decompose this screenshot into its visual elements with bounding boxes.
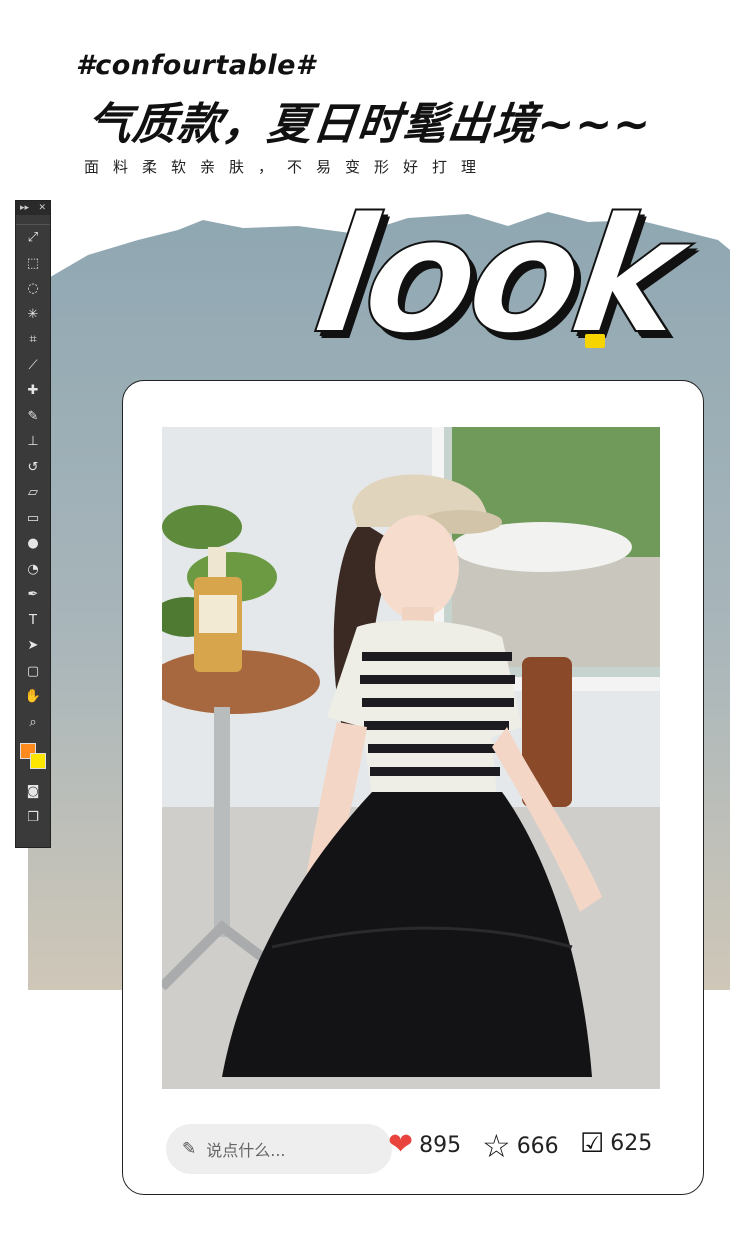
tools-panel: ▸▸ ✕ ⤢ ⬚ ◌ ✳ ⌗ ⟋ ✚ ✎ ⊥ ↺ ▱ ▭ ● ◔ ✒ T ➤ ▢ ✋ ⌕ ◙ ❐ bbox=[15, 200, 51, 848]
color-swatches bbox=[16, 735, 50, 779]
tools-panel-header: ▸▸ ✕ bbox=[16, 201, 50, 215]
product-photo bbox=[162, 427, 660, 1089]
gradient-tool-icon[interactable]: ▭ bbox=[16, 506, 50, 532]
favorite-count: 666 bbox=[516, 1133, 559, 1159]
pen-tool-icon[interactable]: ✒ bbox=[16, 582, 50, 608]
heart-icon: ❤ bbox=[388, 1127, 414, 1162]
type-tool-icon[interactable]: T bbox=[16, 608, 50, 634]
marquee-tool-icon[interactable]: ⬚ bbox=[16, 251, 50, 277]
like-button[interactable]: ❤ 895 bbox=[388, 1130, 461, 1160]
collapse-icon[interactable]: ▸▸ bbox=[20, 203, 29, 213]
path-selection-tool-icon[interactable]: ➤ bbox=[16, 633, 50, 659]
eraser-tool-icon[interactable]: ▱ bbox=[16, 480, 50, 506]
hand-tool-icon[interactable]: ✋ bbox=[16, 684, 50, 710]
screen-mode-icon[interactable]: ❐ bbox=[16, 805, 50, 831]
subheadline: 面料柔软亲肤，不易变形好打理 bbox=[84, 158, 491, 176]
lasso-tool-icon[interactable]: ◌ bbox=[16, 276, 50, 302]
move-tool-icon[interactable]: ⤢ bbox=[16, 225, 50, 251]
comment-placeholder: 说点什么... bbox=[206, 1141, 286, 1160]
headline: 气质款，夏日时髦出境~~~ bbox=[84, 99, 654, 150]
comment-input[interactable]: ✎ 说点什么... bbox=[166, 1124, 392, 1174]
look-word: look bbox=[304, 181, 689, 370]
crop-tool-icon[interactable]: ⌗ bbox=[16, 327, 50, 353]
healing-tool-icon[interactable]: ✚ bbox=[16, 378, 50, 404]
panel-grip[interactable] bbox=[16, 215, 50, 225]
magic-wand-tool-icon[interactable]: ✳ bbox=[16, 302, 50, 328]
shape-tool-icon[interactable]: ▢ bbox=[16, 659, 50, 685]
favorite-button[interactable]: ☆ 666 bbox=[482, 1130, 559, 1162]
history-brush-tool-icon[interactable]: ↺ bbox=[16, 455, 50, 481]
dodge-tool-icon[interactable]: ◔ bbox=[16, 557, 50, 583]
tool-list: ⤢ ⬚ ◌ ✳ ⌗ ⟋ ✚ ✎ ⊥ ↺ ▱ ▭ ● ◔ ✒ T ➤ ▢ ✋ ⌕ bbox=[16, 225, 50, 735]
stamp-tool-icon[interactable]: ⊥ bbox=[16, 429, 50, 455]
brush-tool-icon[interactable]: ✎ bbox=[16, 404, 50, 430]
hashtag-title: #confourtable# bbox=[76, 50, 316, 81]
blur-tool-icon[interactable]: ● bbox=[16, 531, 50, 557]
zoom-tool-icon[interactable]: ⌕ bbox=[16, 710, 50, 736]
eyedropper-tool-icon[interactable]: ⟋ bbox=[16, 353, 50, 379]
quick-mask-icon[interactable]: ◙ bbox=[16, 779, 50, 805]
check-button[interactable]: ☑ 625 bbox=[580, 1130, 652, 1157]
look-accent bbox=[585, 334, 605, 348]
star-icon: ☆ bbox=[482, 1127, 511, 1165]
check-count: 625 bbox=[610, 1131, 653, 1156]
background-color-swatch[interactable] bbox=[30, 753, 46, 769]
pencil-icon: ✎ bbox=[182, 1139, 197, 1159]
like-count: 895 bbox=[419, 1132, 462, 1158]
close-icon[interactable]: ✕ bbox=[38, 203, 46, 213]
checkbox-icon: ☑ bbox=[580, 1128, 605, 1159]
